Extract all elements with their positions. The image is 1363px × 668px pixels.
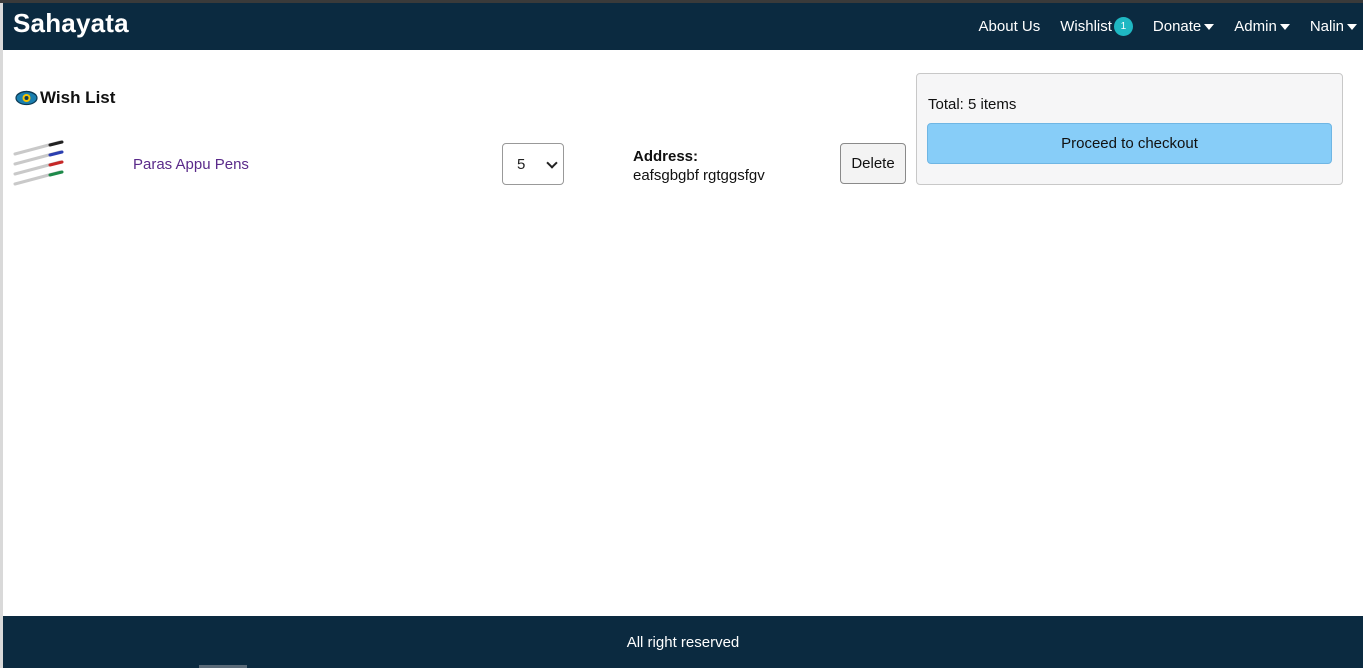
delete-button[interactable]: Delete bbox=[840, 143, 906, 184]
brand-logo[interactable]: Sahayata bbox=[13, 8, 129, 39]
nav-admin-dropdown[interactable]: Admin bbox=[1234, 18, 1290, 35]
caret-down-icon bbox=[1204, 23, 1215, 30]
caret-down-icon bbox=[1279, 23, 1290, 30]
nav-admin-label: Admin bbox=[1234, 18, 1277, 35]
quantity-select[interactable]: 5 bbox=[502, 143, 564, 185]
product-image bbox=[13, 140, 64, 186]
chevron-down-icon bbox=[546, 157, 558, 169]
wishlist-heading-label: Wish List bbox=[40, 88, 116, 107]
nav-donate-label: Donate bbox=[1152, 18, 1202, 35]
summary-total: Total: 5 items bbox=[928, 96, 1017, 113]
nav-user-label: Nalin bbox=[1309, 18, 1344, 35]
address-value: eafsgbgbf rgtggsfgv bbox=[633, 167, 765, 184]
caret-down-icon bbox=[1347, 23, 1357, 30]
navbar: Sahayata About Us Wishlist 1 Donate Admi… bbox=[3, 3, 1363, 50]
wishlist-heading: Wish List bbox=[15, 88, 115, 108]
nav-about-link[interactable]: About Us bbox=[979, 18, 1041, 35]
address-label: Address: bbox=[633, 148, 699, 165]
checkout-button[interactable]: Proceed to checkout bbox=[927, 123, 1332, 164]
footer: All right reserved bbox=[3, 616, 1363, 668]
item-name-link[interactable]: Paras Appu Pens bbox=[133, 156, 249, 173]
nav-user-dropdown[interactable]: Nalin bbox=[1310, 18, 1357, 35]
page: Sahayata About Us Wishlist 1 Donate Admi… bbox=[3, 3, 1363, 668]
wishlist-count-badge: 1 bbox=[1113, 17, 1133, 36]
nav-wishlist-link[interactable]: Wishlist 1 bbox=[1060, 17, 1133, 36]
nav-wishlist-label: Wishlist bbox=[1060, 18, 1112, 35]
nav-links: About Us Wishlist 1 Donate Admin Nalin bbox=[979, 3, 1363, 50]
nav-donate-dropdown[interactable]: Donate bbox=[1152, 18, 1215, 35]
order-summary-card: Total: 5 items Proceed to checkout bbox=[916, 73, 1343, 185]
eye-icon bbox=[15, 90, 38, 106]
nav-about-label: About Us bbox=[978, 18, 1041, 35]
quantity-value: 5 bbox=[517, 155, 526, 173]
footer-text: All right reserved bbox=[626, 633, 740, 651]
